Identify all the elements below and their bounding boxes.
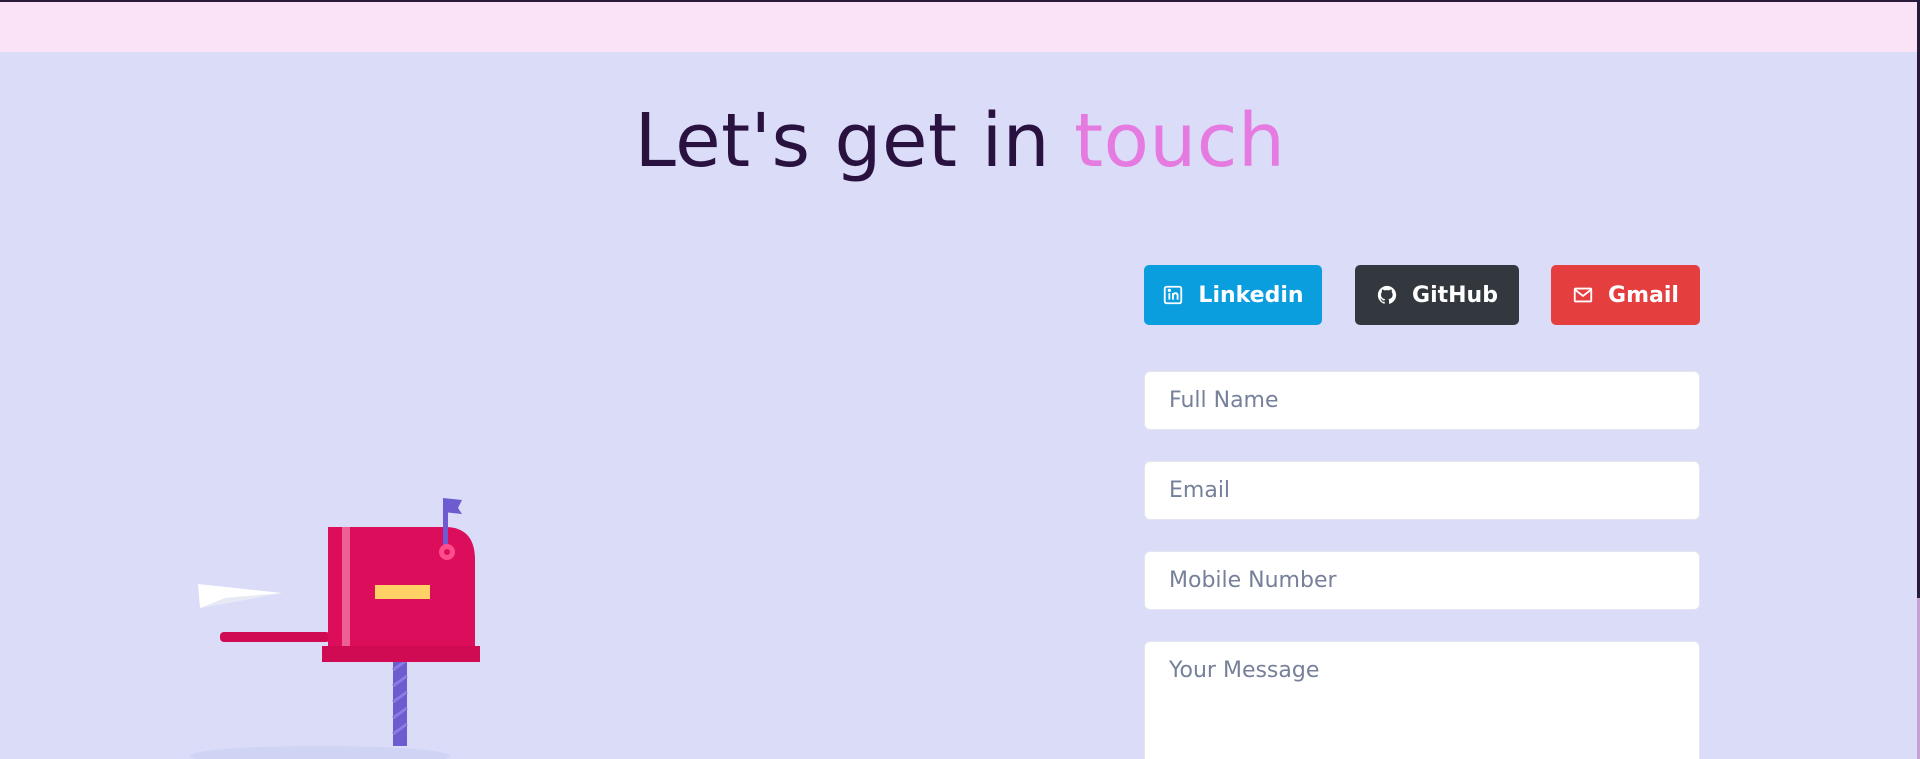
page-title-prefix: Let's get in [634, 98, 1051, 184]
gmail-button[interactable]: Gmail [1551, 265, 1700, 325]
github-button[interactable]: GitHub [1355, 265, 1519, 325]
gmail-label: Gmail [1608, 282, 1679, 308]
email-field[interactable] [1144, 461, 1700, 520]
mailbox-illustration [190, 498, 480, 759]
github-icon [1376, 284, 1398, 306]
mailbox-flag [443, 498, 462, 514]
ground-shadow [190, 746, 450, 759]
github-label: GitHub [1412, 282, 1498, 308]
linkedin-button[interactable]: Linkedin [1144, 265, 1322, 325]
linkedin-label: Linkedin [1198, 282, 1304, 308]
mail-icon [1572, 284, 1594, 306]
page-title: Let's get in touch [0, 96, 1920, 186]
mailbox-slot [375, 585, 430, 599]
linkedin-icon [1162, 284, 1184, 306]
top-nav-band [0, 2, 1920, 52]
message-field[interactable] [1144, 641, 1700, 759]
full-name-field[interactable] [1144, 371, 1700, 430]
mobile-number-field[interactable] [1144, 551, 1700, 610]
page-title-accent: touch [1074, 98, 1286, 184]
mailbox-base [322, 646, 480, 662]
mailbox-tray [220, 632, 330, 642]
